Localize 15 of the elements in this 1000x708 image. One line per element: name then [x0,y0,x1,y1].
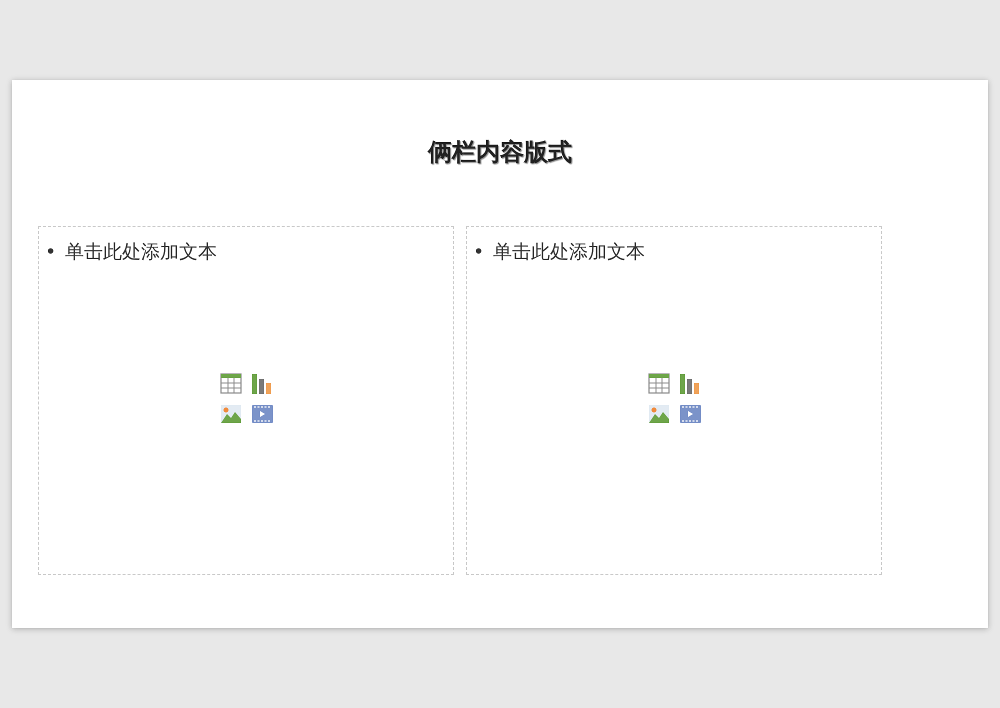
table-icon[interactable] [220,373,242,395]
bullet: • [473,241,486,263]
content-placeholder[interactable]: • 单击此处添加文本 [38,226,454,575]
image-icon[interactable] [220,403,242,425]
slide-title: 俩栏内容版式 [428,137,572,168]
video-icon[interactable] [678,403,700,425]
video-icon[interactable] [250,403,272,425]
image-icon[interactable] [648,403,670,425]
bullet: • [45,241,58,263]
table-icon[interactable] [648,373,670,395]
bar-chart-icon[interactable] [678,373,700,395]
content-placeholder[interactable]: • 单击此处添加文本 [466,226,882,575]
placeholder-text: 单击此处添加文本 [493,240,645,265]
placeholder-text: 单击此处添加文本 [65,240,217,265]
bar-chart-icon[interactable] [250,373,272,395]
